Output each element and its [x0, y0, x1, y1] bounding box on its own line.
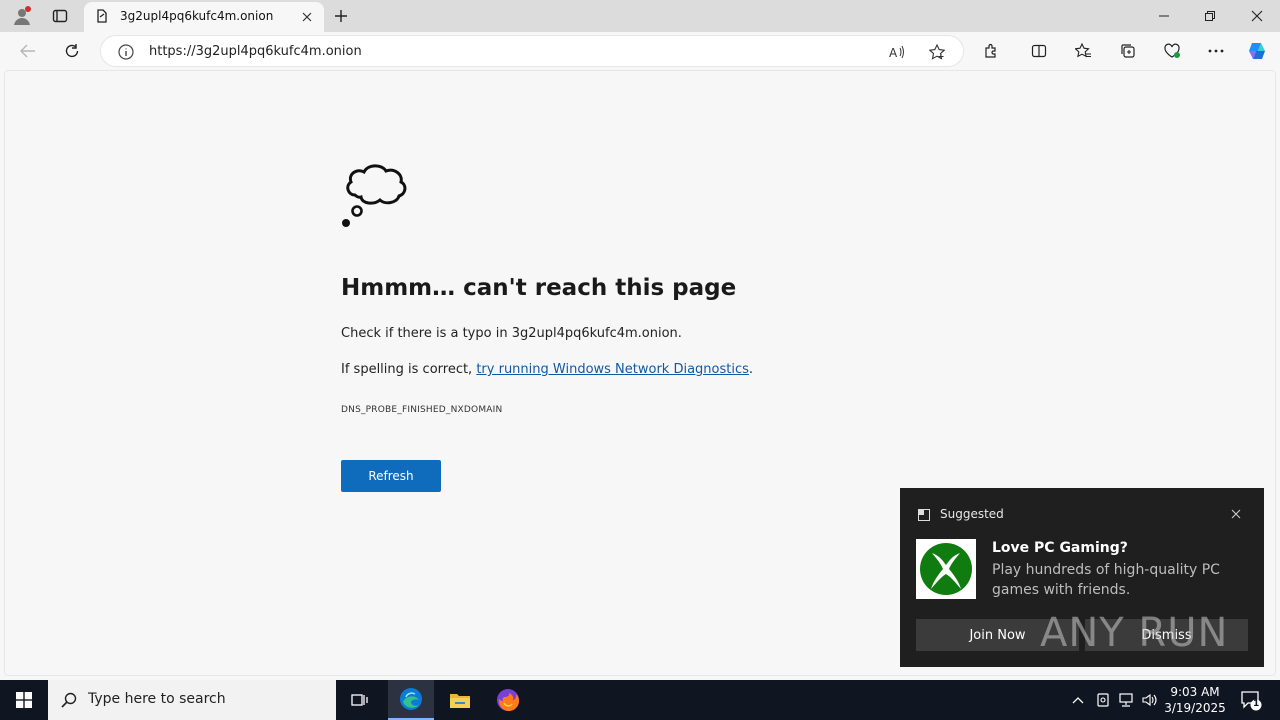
diagnostics-suffix: .	[748, 362, 754, 377]
profile-avatar-icon[interactable]	[8, 4, 36, 28]
favorite-star-icon[interactable]	[927, 42, 947, 62]
notification-close-icon[interactable]	[1227, 505, 1245, 523]
file-explorer-icon[interactable]	[440, 680, 480, 720]
device-status-icon[interactable]	[1093, 690, 1113, 710]
url-text[interactable]: https://3g2upl4pq6kufc4m.onion	[149, 44, 362, 59]
error-title: Hmmm… can't reach this page	[341, 275, 737, 301]
notification-count-badge: 1	[1253, 699, 1260, 709]
notification-header: Suggested	[940, 507, 1004, 521]
diagnostics-hint: If spelling is correct, try running Wind…	[341, 362, 753, 377]
notification-body: Play hundreds of high-quality PC games w…	[992, 562, 1220, 598]
close-window-icon[interactable]	[1245, 4, 1269, 28]
taskbar: Type here to search 9:03 AM 3/19/2025 1	[0, 680, 1280, 720]
notification-title: Love PC Gaming?	[992, 540, 1128, 556]
system-clock[interactable]: 9:03 AM 3/19/2025	[1160, 684, 1230, 716]
browser-toolbar: https://3g2upl4pq6kufc4m.onion A	[0, 32, 1280, 70]
show-hidden-icons-chevron-icon[interactable]	[1068, 690, 1088, 710]
thought-bubble-icon	[339, 155, 415, 229]
copilot-icon[interactable]	[1244, 38, 1270, 64]
collections-icon[interactable]	[1117, 40, 1139, 62]
search-placeholder: Type here to search	[88, 691, 226, 707]
clock-date: 3/19/2025	[1164, 701, 1226, 715]
clock-time: 9:03 AM	[1170, 685, 1220, 699]
settings-more-icon[interactable]	[1205, 40, 1227, 62]
firefox-icon[interactable]	[488, 680, 528, 720]
error-code: DNS_PROBE_FINISHED_NXDOMAIN	[341, 405, 503, 415]
suggested-app-icon	[917, 508, 931, 522]
diagnostics-prefix: If spelling is correct,	[341, 362, 477, 377]
page-icon	[94, 8, 110, 24]
typo-hint: Check if there is a typo in 3g2upl4pq6ku…	[341, 326, 682, 341]
address-bar[interactable]: https://3g2upl4pq6kufc4m.onion A	[100, 35, 964, 67]
split-screen-icon[interactable]	[1028, 40, 1050, 62]
svg-text:A: A	[889, 46, 898, 59]
taskbar-search-box[interactable]: Type here to search	[48, 680, 336, 720]
tab-strip: 3g2upl4pq6kufc4m.onion	[0, 0, 1280, 32]
action-center-icon[interactable]: 1	[1236, 686, 1266, 714]
search-icon	[60, 691, 78, 709]
start-windows-icon[interactable]	[0, 680, 48, 720]
tab-actions-icon[interactable]	[48, 4, 72, 28]
read-aloud-icon[interactable]: A	[887, 43, 907, 61]
restore-icon[interactable]	[1198, 4, 1222, 28]
back-icon[interactable]	[16, 40, 40, 62]
refresh-button[interactable]: Refresh	[341, 460, 441, 492]
network-diagnostics-link[interactable]: try running Windows Network Diagnostics	[476, 362, 749, 377]
close-tab-icon[interactable]	[298, 8, 316, 26]
new-tab-icon[interactable]	[330, 4, 352, 28]
active-tab[interactable]: 3g2upl4pq6kufc4m.onion	[84, 2, 324, 32]
xbox-logo-icon	[916, 539, 976, 599]
task-view-icon[interactable]	[340, 680, 380, 720]
refresh-icon[interactable]	[60, 40, 84, 62]
volume-icon[interactable]	[1140, 690, 1160, 710]
favorites-icon[interactable]	[1072, 40, 1094, 62]
network-icon[interactable]	[1116, 690, 1136, 710]
edge-taskbar-icon[interactable]	[388, 680, 434, 720]
anyrun-watermark: ANY RUN	[1040, 610, 1229, 656]
extensions-icon[interactable]	[980, 40, 1002, 62]
minimize-icon[interactable]	[1152, 4, 1176, 28]
tab-title: 3g2upl4pq6kufc4m.onion	[120, 9, 274, 23]
browser-essentials-icon[interactable]	[1161, 40, 1183, 62]
site-info-icon[interactable]	[117, 43, 135, 61]
